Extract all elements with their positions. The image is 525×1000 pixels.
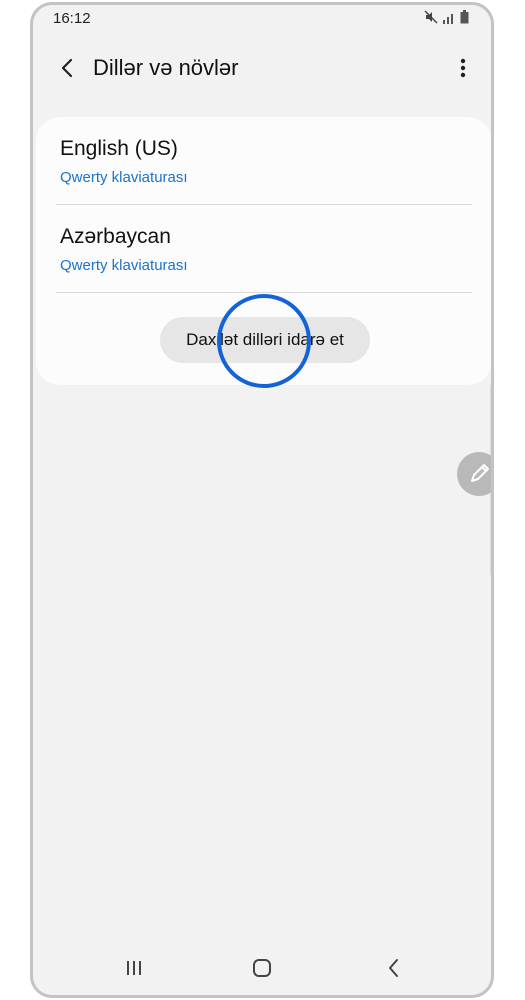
home-icon [253,959,271,977]
back-icon [389,959,398,977]
back-button[interactable] [53,53,83,83]
nav-back-button[interactable] [379,953,409,983]
language-name: Azərbaycan [60,225,171,248]
language-name: English (US) [60,137,178,160]
app-header: Dillər və növlər [33,45,491,93]
language-item-azerbaijani[interactable]: Azərbaycan Qwerty klaviaturası [56,205,472,291]
edit-fab-button[interactable] [457,452,491,496]
more-options-button[interactable] [451,53,475,83]
signal-icon [442,11,456,29]
divider [56,292,472,293]
chevron-left-icon [61,58,73,78]
home-button[interactable] [247,953,277,983]
navigation-bar [33,939,491,995]
phone-screen: 16:12 Dillər və növlər English (US) Qwer… [30,2,494,998]
page-title: Dillər və növlər [93,55,239,80]
status-time: 16:12 [53,10,91,27]
status-icons [424,10,469,29]
keyboard-type: Qwerty klaviaturası [60,257,188,274]
pencil-icon [471,464,489,482]
languages-card: English (US) Qwerty klaviaturası Azərbay… [36,117,491,385]
keyboard-type: Qwerty klaviaturası [60,169,188,186]
language-item-english[interactable]: English (US) Qwerty klaviaturası [56,117,472,203]
recent-apps-icon [127,961,141,975]
manage-input-languages-button[interactable]: Daxilət dilləri idarə et [160,317,370,363]
mute-icon [424,10,438,29]
recent-apps-button[interactable] [119,953,149,983]
status-bar: 16:12 [33,5,491,33]
battery-icon [460,10,469,29]
more-vertical-icon [460,58,466,78]
